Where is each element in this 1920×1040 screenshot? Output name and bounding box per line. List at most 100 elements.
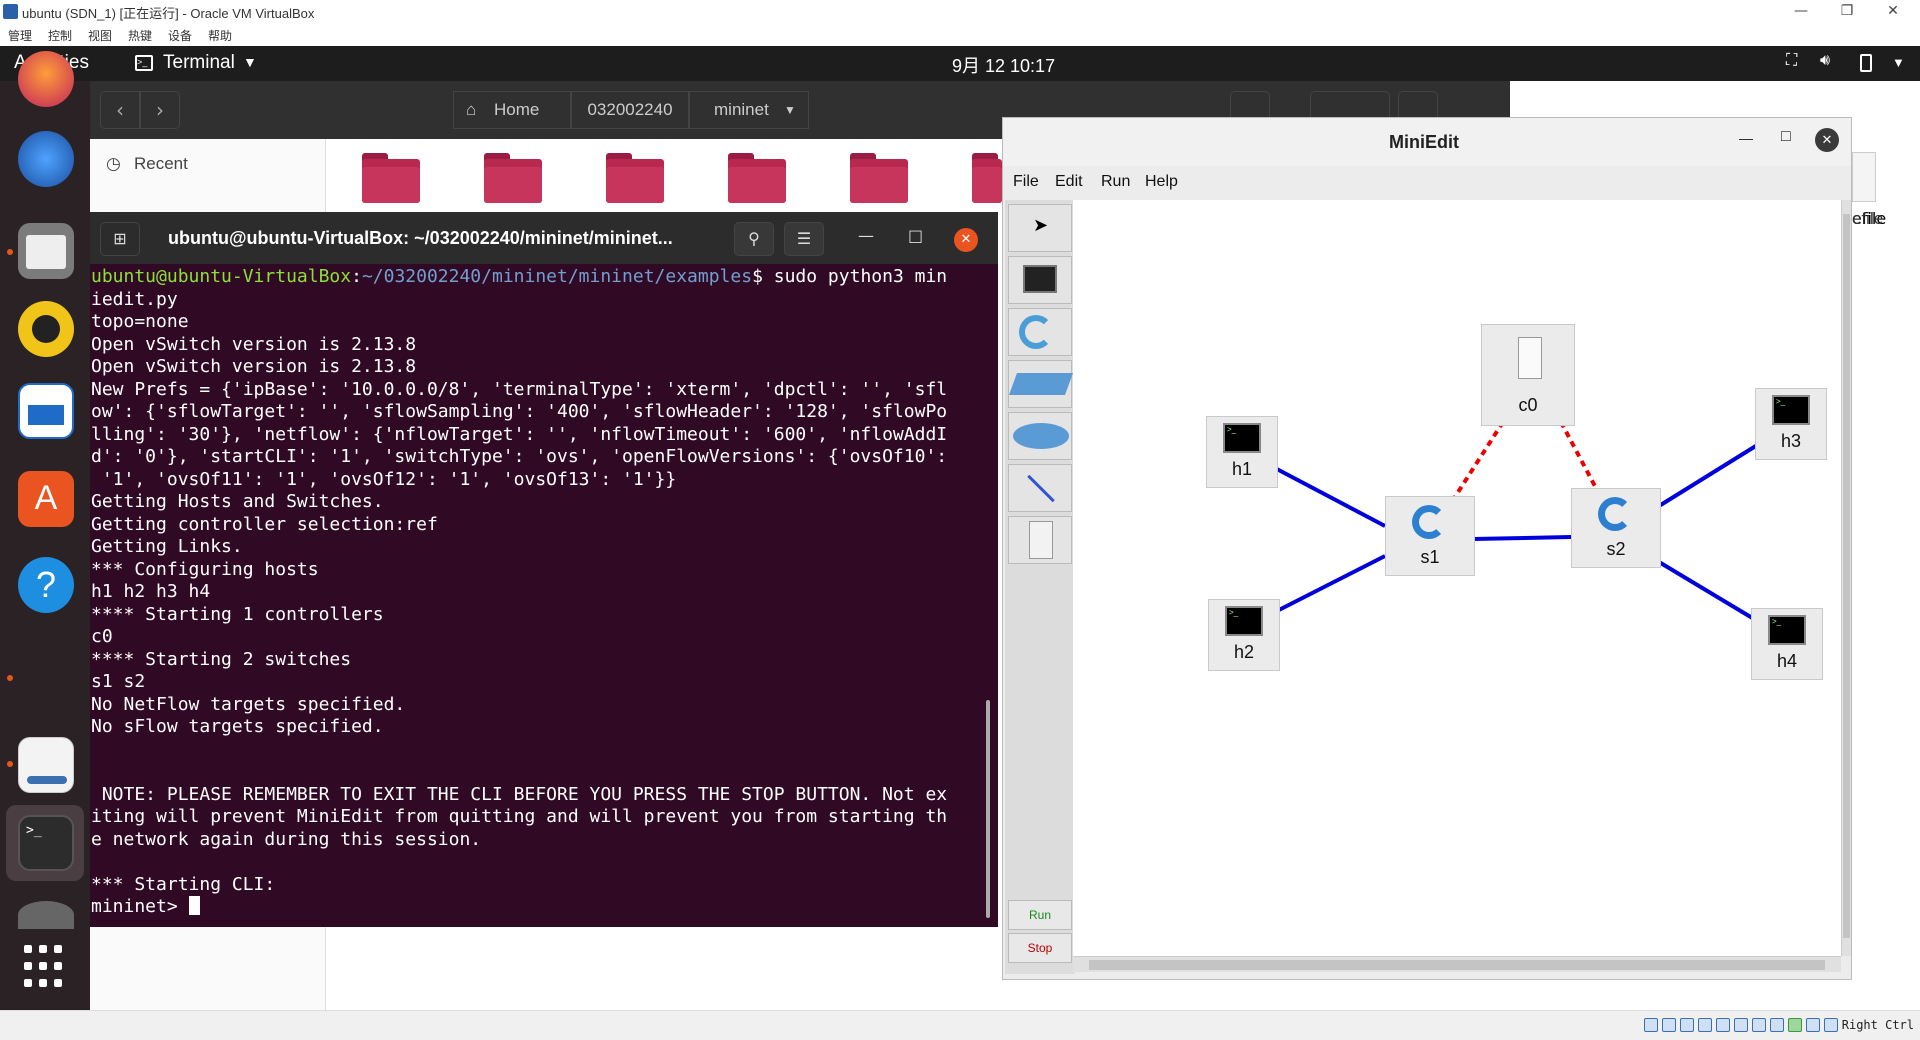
restore-icon[interactable]: ❐ (1824, 0, 1870, 24)
vertical-scrollbar[interactable] (1841, 200, 1851, 956)
files-icon[interactable] (18, 223, 74, 279)
menu-help[interactable]: Help (1145, 173, 1178, 191)
link-h1-s1 (1272, 465, 1386, 528)
help-icon[interactable]: ? (18, 557, 74, 613)
sidebar-item-recent[interactable]: ◷ Recent (100, 149, 320, 179)
host-h2[interactable]: h2 (1208, 599, 1280, 671)
vbox-menu-manage[interactable]: 管理 (8, 27, 32, 44)
switch-s2[interactable]: s2 (1571, 488, 1661, 568)
chevron-down-icon[interactable]: ▼ (243, 54, 257, 70)
vbox-menu-view[interactable]: 视图 (88, 27, 112, 44)
firefox-icon[interactable] (18, 51, 74, 107)
path-home-button[interactable]: ⌂ Home (453, 91, 571, 129)
path-segment-032002240[interactable]: 032002240 (571, 91, 689, 129)
controller-tool[interactable] (1008, 516, 1072, 564)
network-icon[interactable]: ⛶ (1786, 52, 1797, 70)
libreoffice-writer-icon[interactable] (18, 383, 74, 439)
link-layer (1272, 420, 1761, 624)
folder-icon[interactable] (484, 153, 542, 203)
path-segment-mininet[interactable]: mininet ▼ (689, 91, 809, 129)
select-tool[interactable]: ➤ (1008, 204, 1072, 252)
vbox-menu-devices[interactable]: 设备 (168, 27, 192, 44)
minimize-icon[interactable]: — (1739, 130, 1753, 146)
output-line: iedit.py (91, 288, 178, 310)
switch-s1[interactable]: s1 (1385, 496, 1475, 576)
vbox-menu-help[interactable]: 帮助 (208, 27, 232, 44)
output-line: ow': {'sflowTarget': '', 'sflowSampling'… (91, 401, 948, 422)
stop-button[interactable]: Stop (1008, 933, 1072, 963)
topology-canvas[interactable]: h1 h2 h3 h4 c0 s1 s2 (1073, 200, 1841, 956)
legacy-router-tool[interactable] (1008, 412, 1072, 460)
netlink-tool[interactable] (1008, 464, 1072, 512)
keyboard-status-icon[interactable] (1824, 1018, 1838, 1032)
mouse-status-icon[interactable] (1806, 1018, 1820, 1032)
close-icon[interactable]: ✕ (954, 228, 978, 252)
thunderbird-icon[interactable] (18, 131, 74, 187)
terminal-scrollbar[interactable] (986, 700, 990, 918)
link-s1-s2 (1472, 535, 1572, 541)
network-status-icon[interactable] (1698, 1018, 1712, 1032)
folder-icon[interactable] (362, 153, 420, 203)
prompt-path: ~/032002240/mininet/mininet/examples (361, 266, 753, 287)
optical-status-icon[interactable] (1662, 1018, 1676, 1032)
cpu-status-icon[interactable] (1788, 1018, 1802, 1032)
minimize-icon[interactable]: — (858, 226, 874, 245)
audio-status-icon[interactable] (1680, 1018, 1694, 1032)
host-h1[interactable]: h1 (1206, 416, 1278, 488)
terminal-output[interactable]: ubuntu@ubuntu-VirtualBox:~/032002240/min… (90, 264, 998, 927)
volume-icon[interactable]: 🔊︎ (1820, 52, 1830, 70)
show-apps-icon[interactable] (24, 945, 68, 989)
display-status-icon[interactable] (1752, 1018, 1766, 1032)
output-line: Getting Links. (91, 536, 243, 557)
terminal-menu-button[interactable]: ☰ (784, 222, 824, 256)
terminal-window[interactable]: ⊞ ubuntu@ubuntu-VirtualBox: ~/032002240/… (90, 212, 998, 927)
battery-icon[interactable] (1860, 54, 1872, 72)
disk-icon[interactable] (18, 901, 74, 929)
host-tool[interactable] (1008, 256, 1072, 304)
close-icon[interactable]: ✕ (1815, 128, 1839, 152)
rhythmbox-icon[interactable] (18, 301, 74, 357)
controller-label: c0 (1518, 395, 1538, 415)
output-line: NOTE: PLEASE REMEMBER TO EXIT THE CLI BE… (91, 783, 948, 805)
forward-button[interactable]: › (140, 91, 180, 129)
maximize-icon[interactable]: □ (908, 226, 923, 245)
vbox-menu-hotkey[interactable]: 热键 (128, 27, 152, 44)
switch-tool[interactable] (1008, 308, 1072, 356)
hdd-status-icon[interactable] (1644, 1018, 1658, 1032)
system-menu-chevron-icon[interactable]: ▼ (1892, 55, 1905, 70)
folder-icon[interactable] (850, 153, 908, 203)
terminal-search-button[interactable]: ⚲ (734, 222, 774, 256)
menu-file[interactable]: File (1013, 173, 1039, 191)
menu-run[interactable]: Run (1101, 173, 1130, 191)
folder-icon[interactable] (972, 153, 1002, 203)
legacy-switch-tool[interactable] (1008, 360, 1074, 408)
text-editor-icon[interactable] (18, 737, 74, 793)
app-menu-terminal[interactable]: Terminal (163, 52, 235, 74)
close-icon[interactable]: ✕ (1870, 0, 1916, 24)
back-button[interactable]: ‹ (100, 91, 140, 129)
shared-folder-status-icon[interactable] (1734, 1018, 1748, 1032)
file-icon[interactable] (1852, 152, 1876, 202)
vbox-menu-control[interactable]: 控制 (48, 27, 72, 44)
partial-file-name[interactable]: efile (1852, 209, 1883, 229)
minimize-icon[interactable]: — (1778, 0, 1824, 24)
router-icon (1013, 423, 1069, 449)
usb-status-icon[interactable] (1716, 1018, 1730, 1032)
recording-status-icon[interactable] (1770, 1018, 1784, 1032)
clock[interactable]: 9月 12 10:17 (952, 52, 1055, 78)
maximize-icon[interactable]: □ (1781, 128, 1791, 146)
vbox-window-title: ubuntu (SDN_1) [正在运行] - Oracle VM Virtua… (22, 6, 315, 21)
terminal-icon[interactable]: >_ (18, 815, 74, 871)
cli-prompt-line[interactable]: mininet> (91, 896, 998, 919)
output-line: Getting Hosts and Switches. (91, 491, 384, 512)
folder-icon[interactable] (728, 153, 786, 203)
folder-icon[interactable] (606, 153, 664, 203)
new-tab-button[interactable]: ⊞ (100, 222, 140, 256)
host-h3[interactable]: h3 (1755, 388, 1827, 460)
menu-edit[interactable]: Edit (1055, 173, 1083, 191)
horizontal-scrollbar[interactable] (1073, 956, 1841, 972)
run-button[interactable]: Run (1008, 900, 1072, 930)
software-center-icon[interactable]: A (18, 471, 74, 527)
host-h4[interactable]: h4 (1751, 608, 1823, 680)
controller-c0[interactable]: c0 (1481, 324, 1575, 426)
